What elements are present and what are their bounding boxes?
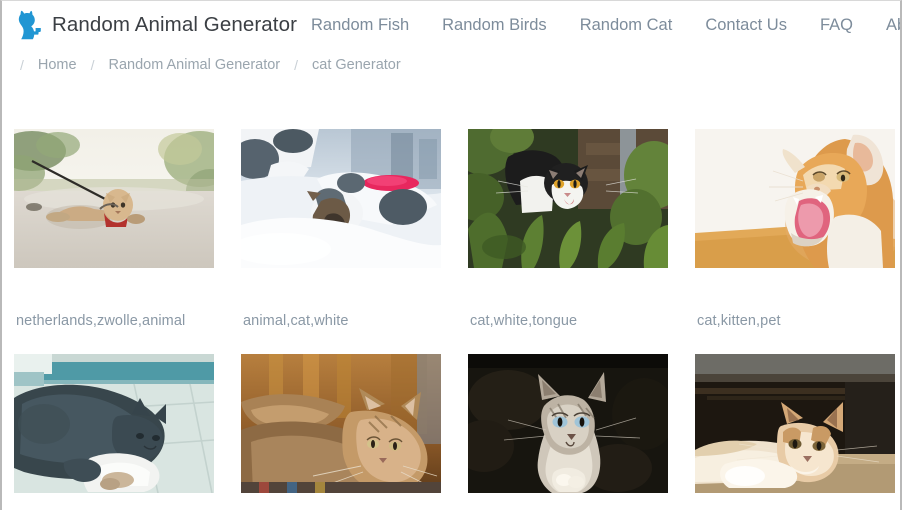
nav-random-fish[interactable]: Random Fish <box>311 12 409 39</box>
cat-caption-4: cat,kitten,pet <box>697 313 781 329</box>
browser-window: Random Animal Generator Random Fish Rand… <box>0 0 902 510</box>
nav-contact-us[interactable]: Contact Us <box>705 12 787 39</box>
brand-title: Random Animal Generator <box>52 13 298 36</box>
cat-thumbnail-8[interactable] <box>695 354 895 494</box>
gallery-card: cat,kitten,pet <box>695 129 895 330</box>
image-gallery: netherlands,zwolle,animal animal,cat,whi… <box>2 83 900 510</box>
gallery-card <box>241 354 441 510</box>
breadcrumb-item-cat-generator: cat Generator <box>312 57 401 73</box>
gallery-card: cat,white,tongue <box>468 129 668 330</box>
main-navigation: Random Fish Random Birds Random Cat Cont… <box>311 12 900 39</box>
cat-thumbnail-5[interactable] <box>14 354 214 494</box>
blue-cat-silhouette-icon <box>16 10 42 40</box>
cat-thumbnail-3[interactable] <box>468 129 668 268</box>
gallery-card <box>14 354 214 510</box>
nav-faq[interactable]: FAQ <box>820 12 853 39</box>
cat-caption-7 <box>468 493 668 510</box>
cat-caption-6 <box>241 493 441 510</box>
gallery-card <box>695 354 895 510</box>
breadcrumb-separator-icon: / <box>294 57 299 73</box>
cat-caption-5 <box>14 493 214 510</box>
breadcrumb-item-random-animal-generator[interactable]: Random Animal Generator <box>108 57 280 73</box>
cat-caption-2: animal,cat,white <box>243 313 349 329</box>
page-body: Random Animal Generator Random Fish Rand… <box>2 1 900 510</box>
cat-thumbnail-2[interactable] <box>241 129 441 268</box>
cat-thumbnail-1[interactable] <box>14 129 214 268</box>
breadcrumb-item-home[interactable]: Home <box>38 57 77 73</box>
cat-caption-1: netherlands,zwolle,animal <box>16 313 186 329</box>
nav-random-birds[interactable]: Random Birds <box>442 12 547 39</box>
breadcrumb-separator-icon: / <box>20 57 24 73</box>
site-header: Random Animal Generator Random Fish Rand… <box>2 1 900 49</box>
gallery-card: netherlands,zwolle,animal <box>14 129 214 330</box>
cat-thumbnail-7[interactable] <box>468 354 668 494</box>
gallery-card <box>468 354 668 510</box>
cat-caption-8 <box>695 493 895 510</box>
gallery-row: netherlands,zwolle,animal animal,cat,whi… <box>14 129 895 330</box>
brand-home-link[interactable]: Random Animal Generator <box>16 10 297 40</box>
cat-thumbnail-6[interactable] <box>241 354 441 494</box>
cat-thumbnail-4[interactable] <box>695 129 895 268</box>
gallery-row <box>14 354 895 510</box>
breadcrumb-separator-icon: / <box>90 57 95 73</box>
nav-random-cat[interactable]: Random Cat <box>580 12 673 39</box>
nav-about[interactable]: About <box>886 12 900 39</box>
breadcrumb: / Home / Random Animal Generator / cat G… <box>2 49 900 83</box>
cat-caption-3: cat,white,tongue <box>470 313 578 329</box>
gallery-card: animal,cat,white <box>241 129 441 330</box>
